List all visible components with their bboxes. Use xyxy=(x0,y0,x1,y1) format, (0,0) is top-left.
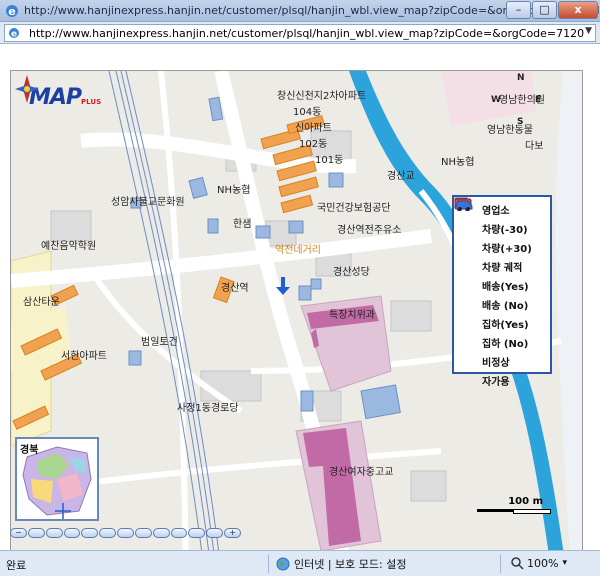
status-divider xyxy=(268,554,269,573)
chevron-down-icon[interactable]: ▾ xyxy=(562,558,567,568)
delivery-no-icon: 1 xyxy=(454,197,476,312)
status-bar: 완료 인터넷 | 보호 모드: 설정 100% ▾ xyxy=(0,550,600,576)
vehicle-track-icon xyxy=(455,198,476,274)
map-label: 다보 xyxy=(525,141,544,152)
private-car-icon xyxy=(455,200,476,388)
zoom-out-button[interactable]: − xyxy=(10,528,27,538)
internet-explorer-icon: e xyxy=(6,5,18,18)
map-label: 범일토건 xyxy=(141,337,178,348)
zoom-step[interactable] xyxy=(206,528,224,538)
address-field[interactable]: e http://www.hanjinexpress.hanjin.net/cu… xyxy=(4,24,596,42)
map-label: 경산교 xyxy=(387,171,415,182)
zoom-step[interactable] xyxy=(63,528,81,538)
scale-label: 100 m xyxy=(508,496,543,507)
zoom-level-control[interactable]: 100% ▾ xyxy=(510,556,567,570)
legend-item: 차량(+30) xyxy=(454,198,546,257)
abnormal-icon xyxy=(454,198,476,369)
map-label: 101동 xyxy=(315,155,344,166)
map-label: 사정1동경로당 xyxy=(177,403,239,414)
svg-text:e: e xyxy=(11,30,17,40)
legend-item: 비정상 xyxy=(454,198,546,371)
globe-icon xyxy=(276,557,290,571)
map-label: 예찬음악학원 xyxy=(41,241,97,252)
svg-text:e: e xyxy=(8,5,15,18)
map-label: 성암사불교문화원 xyxy=(111,197,185,208)
vehicle-minus30-icon xyxy=(454,198,476,236)
zoom-step[interactable] xyxy=(170,528,188,538)
maximize-button[interactable]: □ xyxy=(532,1,557,19)
map-label: 102동 xyxy=(299,139,328,150)
zoom-in-button[interactable]: + xyxy=(224,528,241,538)
legend-item: 자가용 xyxy=(455,200,546,390)
map-label: 경산성당 xyxy=(333,267,370,278)
address-url: http://www.hanjinexpress.hanjin.net/cust… xyxy=(29,27,585,40)
map-label: 한샘 xyxy=(233,219,252,230)
map-label: 경산여자중고교 xyxy=(329,467,394,478)
minimap-title: 경북 xyxy=(20,445,39,456)
status-divider xyxy=(500,554,501,573)
map-label: 창신신천지2차아파트 xyxy=(277,91,367,102)
compass-icon xyxy=(15,75,39,103)
map-view[interactable]: MAPPLUS N S E W 창신신천지2차아파트 104동 신아파트 102… xyxy=(10,70,583,568)
delivery-yes-icon: 1 xyxy=(455,198,476,293)
vehicle-plus30-icon xyxy=(454,198,476,255)
legend-item: 1 집하(Yes) xyxy=(455,198,546,333)
legend-item: 차량 궤적 xyxy=(455,198,546,276)
overview-minimap[interactable]: 경북 xyxy=(15,437,99,521)
legend-item: 차량(-30) xyxy=(454,198,546,238)
window-titlebar: e http://www.hanjinexpress.hanjin.net/cu… xyxy=(0,0,600,22)
zoom-step[interactable] xyxy=(117,528,134,538)
security-zone-label: 인터넷 | 보호 모드: 설정 xyxy=(294,558,407,571)
map-label: NH농협 xyxy=(217,185,251,196)
page-content: MAPPLUS N S E W 창신신천지2차아파트 104동 신아파트 102… xyxy=(0,44,600,568)
zoom-step[interactable] xyxy=(152,528,170,538)
zoom-step[interactable] xyxy=(27,528,45,538)
zoom-step[interactable] xyxy=(134,528,152,538)
map-label: 삼산타운 xyxy=(23,297,60,308)
compass-north: N xyxy=(517,73,525,83)
zoom-icon xyxy=(511,557,524,570)
address-bar: e http://www.hanjinexpress.hanjin.net/cu… xyxy=(0,22,600,44)
zoom-step[interactable] xyxy=(188,528,206,538)
legend-item: 1 배송(Yes) xyxy=(455,198,546,295)
zoom-slider[interactable]: − + xyxy=(10,528,242,540)
map-label: 역전네거리 xyxy=(275,245,321,256)
zoom-level-value: 100% xyxy=(527,556,559,570)
zoom-step[interactable] xyxy=(99,528,117,538)
page-icon: e xyxy=(9,28,19,40)
status-text: 완료 xyxy=(6,559,27,572)
security-zone[interactable]: 인터넷 | 보호 모드: 설정 xyxy=(276,556,406,572)
map-label: 특장치위과 xyxy=(329,310,375,321)
legend-item: 1 집하 (No) xyxy=(454,197,546,352)
scale-bar xyxy=(477,509,551,514)
map-label: 104동 xyxy=(293,107,322,118)
map-scale: 100 m xyxy=(475,496,551,514)
map-label: 신아파트 xyxy=(295,123,332,134)
map-label: 영남한동물 xyxy=(487,125,533,136)
zoom-step[interactable] xyxy=(81,528,99,538)
legend-item: 1 배송 (No) xyxy=(454,197,546,314)
map-label: 영남한의원 xyxy=(499,95,545,106)
pickup-yes-icon: 1 xyxy=(455,198,476,331)
map-label: 경산역 xyxy=(221,283,249,294)
map-legend: 영업소 차량(-30) 차량(+30) 차량 궤적 배송(Yes) 배송 (No… xyxy=(452,195,552,388)
window-controls: – □ x xyxy=(505,1,598,19)
close-button[interactable]: x xyxy=(558,1,598,19)
map-label: NH농협 xyxy=(441,157,475,168)
map-label: 경산역전주유소 xyxy=(337,225,402,236)
logo-sub-text: PLUS xyxy=(81,98,102,106)
chevron-down-icon[interactable]: ▼ xyxy=(585,26,592,36)
map-label: 서한아파트 xyxy=(61,351,107,362)
minimize-button[interactable]: – xyxy=(506,1,531,19)
zoom-step[interactable] xyxy=(45,528,63,538)
map-label: 국민건강보험공단 xyxy=(317,203,391,214)
pickup-no-icon: 1 xyxy=(454,197,476,350)
